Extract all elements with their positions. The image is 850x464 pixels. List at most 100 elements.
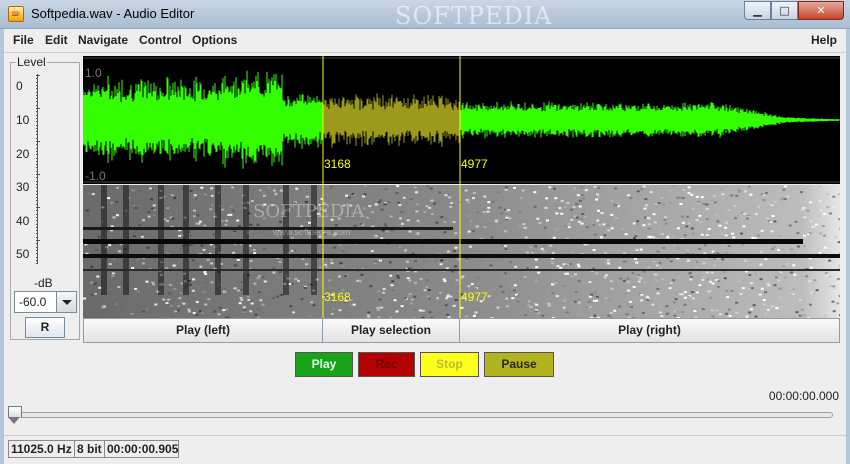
spectrogram-cell [271,297,275,300]
spectrogram-cell [408,230,412,233]
spectrogram-cell [223,291,227,294]
spectrogram-cell [366,216,370,219]
level-scale-tick [36,220,38,222]
maximize-button[interactable]: □ [771,1,798,20]
spectrogram-cell [610,199,614,202]
menu-edit[interactable]: Edit [45,33,68,47]
spectrogram-cell [189,234,193,237]
spectrogram-cell [632,222,636,225]
spectrogram-cell [387,259,391,261]
spectrogram-cell [194,197,198,200]
status-duration: 00:00:00.905 [104,440,179,458]
spectrogram-band [83,239,803,244]
reset-level-button[interactable]: R [25,317,65,338]
spectrogram-cell [629,197,633,200]
spectrogram-cell [426,295,430,298]
spectrogram-cell [192,278,195,281]
spectrogram-cell [154,303,158,306]
spectrogram-cell [387,201,391,204]
spectrogram-cell [504,245,508,247]
spectrogram-cell [505,186,509,189]
spectrogram-cell [280,293,284,296]
spectrogram-cell [821,225,825,228]
spectrogram-cell [773,220,777,223]
spectrogram-cell [647,223,651,226]
spectrogram-cell [93,282,97,285]
spectrogram-cell [206,258,210,261]
spectrogram-cell [705,218,709,221]
spectrogram-cell [487,206,491,209]
spectrogram-cell [167,298,171,301]
spectrogram-cell [576,263,580,266]
play-right-button[interactable]: Play (right) [459,318,840,343]
spectrogram-cell [645,204,649,207]
spectrogram-cell [408,293,412,295]
pause-button[interactable]: Pause [484,352,554,377]
chevron-down-icon[interactable] [56,292,76,312]
spectrogram-cell [577,298,581,301]
minimize-button[interactable]: ▁ [744,1,771,20]
spectrogram-cell [782,188,786,191]
spectrogram-cell [544,206,548,209]
menu-help[interactable]: Help [811,33,837,47]
menu-control[interactable]: Control [139,33,182,47]
menu-navigate[interactable]: Navigate [78,33,128,47]
spectrogram-cell [791,292,795,295]
spectrogram-cell [141,310,145,313]
play-selection-button[interactable]: Play selection [322,318,460,343]
spectrogram-cell [766,217,769,220]
spectrogram-cell [604,297,608,300]
spectrogram-cell [745,213,749,216]
spectrogram-cell [777,279,781,282]
spectrogram-cell [145,308,149,310]
spectrogram-cell [649,191,653,194]
spectrogram-cell [207,195,211,198]
spectrogram-cell [240,298,244,301]
spectrogram-cell [513,284,517,287]
spectrogram-cell [414,281,417,284]
spectrogram-cell [90,265,94,268]
spectrogram-cell [196,214,200,217]
spectrogram-cell [513,187,516,189]
spectrogram-cell [454,232,458,235]
spectrogram-cell [162,298,166,301]
rec-button[interactable]: Rec [358,352,415,377]
spectrogram-cell [533,191,537,194]
spectrogram-cell [659,266,663,269]
db-range-select[interactable]: -60.0 [14,291,77,313]
spectrogram-cell [602,223,606,226]
spectrogram-cell [239,297,243,299]
spectrogram-cell [533,205,537,208]
position-slider-thumb[interactable] [8,406,22,424]
waveform-view[interactable]: 1.0 -1.0 3168 4977 [83,56,840,184]
spectrogram-view[interactable]: SOFTPEDIA www.softpedia.com 3168 4977 [83,185,840,318]
close-button[interactable]: ✕ [798,1,844,20]
stop-button[interactable]: Stop [420,352,479,377]
spectrogram-cell [766,282,770,285]
level-scale-tick [36,127,38,129]
menu-file[interactable]: File [13,33,34,47]
spectrogram-cell [262,248,266,251]
spectrogram-cell [767,284,771,287]
spectrogram-cell [246,295,250,298]
level-tick-30: 30 [16,180,30,194]
spectrogram-cell [522,223,526,226]
position-slider-track[interactable] [13,412,833,418]
spectrogram-cell [713,251,717,254]
spectrogram-cell [261,276,265,279]
spectrogram-cell [727,308,731,311]
play-left-button[interactable]: Play (left) [83,318,323,343]
spectrogram-cell [555,228,559,231]
play-button[interactable]: Play [295,352,353,377]
spectrogram-cell [396,272,400,275]
spectrogram-cell [583,215,587,218]
spectrogram-cell [782,265,786,268]
spectrogram-cell [239,281,243,284]
spectrogram-cell [334,224,338,227]
spectrogram-cell [686,215,690,218]
spectrogram-cell [732,236,736,239]
menu-options[interactable]: Options [192,33,237,47]
spectrogram-cell [676,227,680,230]
spectrogram-cell [622,275,626,278]
spectrogram-cell [210,203,214,206]
